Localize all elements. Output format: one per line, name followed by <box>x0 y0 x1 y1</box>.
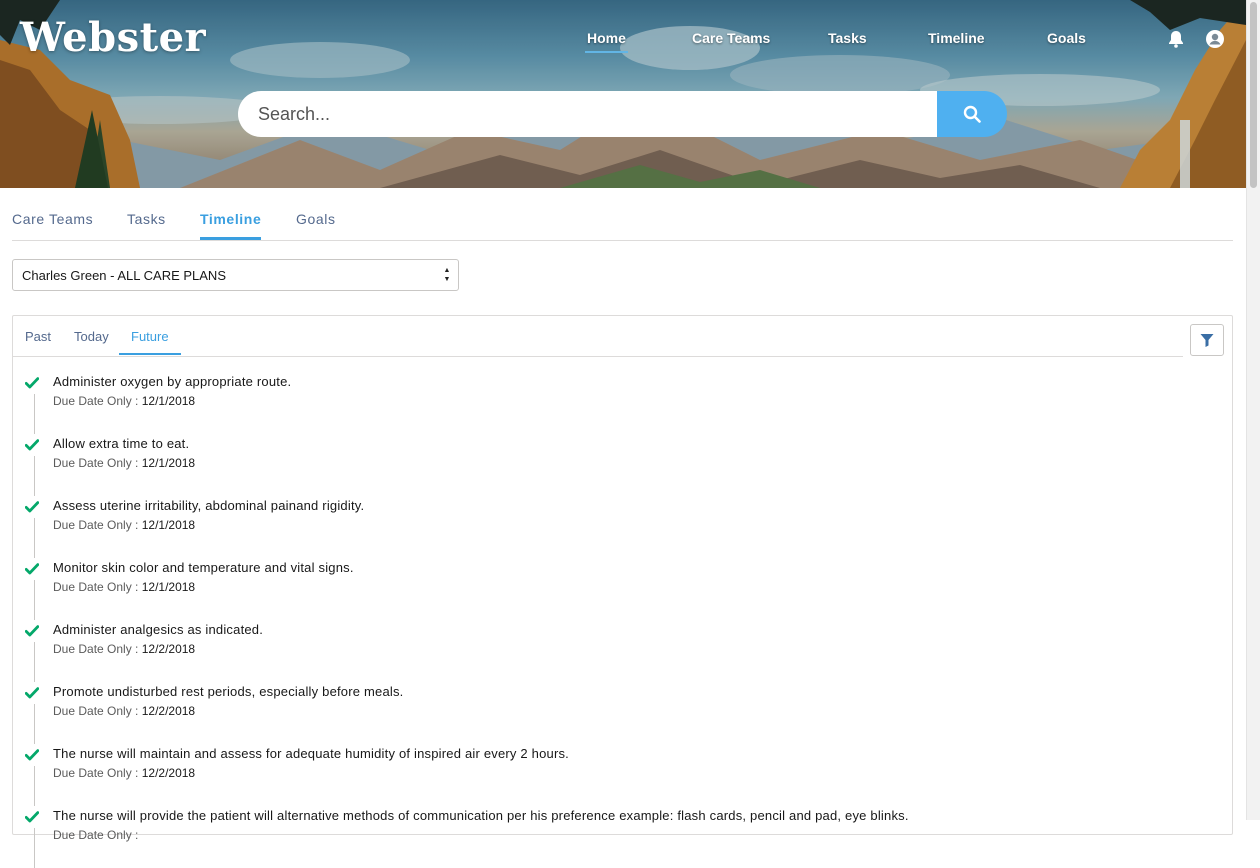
timeline-item-meta: Due Date Only : 12/1/2018 <box>53 394 195 408</box>
search-icon <box>963 105 981 123</box>
timeline-item-meta: Due Date Only : 12/1/2018 <box>53 518 195 532</box>
timeline-item-meta: Due Date Only : <box>53 828 138 842</box>
timeline-item-meta: Due Date Only : 12/1/2018 <box>53 456 195 470</box>
bell-icon[interactable] <box>1166 29 1186 49</box>
due-date-label: Due Date Only : <box>53 580 139 594</box>
check-icon <box>25 377 39 389</box>
timeline-item[interactable]: Monitor skin color and temperature and v… <box>13 558 1213 620</box>
due-date-value: 12/2/2018 <box>141 642 196 656</box>
timeline-connector <box>34 704 35 744</box>
timeline-item[interactable]: Administer analgesics as indicated. Due … <box>13 620 1213 682</box>
due-date-value: 12/1/2018 <box>141 456 196 470</box>
timeline-item-meta: Due Date Only : 12/2/2018 <box>53 766 195 780</box>
due-date-label: Due Date Only : <box>53 394 139 408</box>
nav-goals[interactable]: Goals <box>1047 30 1086 46</box>
timeline-item-title: Monitor skin color and temperature and v… <box>53 560 354 575</box>
due-date-value: 12/1/2018 <box>141 394 196 408</box>
check-icon <box>25 625 39 637</box>
check-icon <box>25 687 39 699</box>
timeline-item[interactable]: Promote undisturbed rest periods, especi… <box>13 682 1213 744</box>
timeline-connector <box>34 642 35 682</box>
search-input[interactable] <box>238 91 937 137</box>
timeline-connector <box>34 518 35 558</box>
due-date-value: 12/2/2018 <box>141 766 196 780</box>
timeline-item[interactable]: The nurse will maintain and assess for a… <box>13 744 1213 806</box>
due-date-value: 12/1/2018 <box>141 580 196 594</box>
timeline-card: Past Today Future Administer oxygen by a… <box>12 315 1233 868</box>
scrollbar-thumb[interactable] <box>1250 2 1257 188</box>
due-date-label: Due Date Only : <box>53 828 139 842</box>
main-tabs: Care Teams Tasks Timeline Goals <box>12 204 1233 241</box>
due-date-value: 12/2/2018 <box>141 704 196 718</box>
tab-care-teams[interactable]: Care Teams <box>12 211 93 227</box>
timeline-item[interactable]: The nurse will provide the patient will … <box>13 806 1213 868</box>
nav-tasks[interactable]: Tasks <box>828 30 867 46</box>
due-date-label: Due Date Only : <box>53 642 139 656</box>
timeline-item[interactable]: Allow extra time to eat. Due Date Only :… <box>13 434 1213 496</box>
user-avatar-icon[interactable] <box>1205 29 1225 49</box>
timeline-item-title: Allow extra time to eat. <box>53 436 190 451</box>
timeline-item-title: Administer oxygen by appropriate route. <box>53 374 292 389</box>
timeline-connector <box>34 456 35 496</box>
due-date-label: Due Date Only : <box>53 766 139 780</box>
nav-timeline[interactable]: Timeline <box>928 30 985 46</box>
timeline-connector <box>34 394 35 434</box>
check-icon <box>25 439 39 451</box>
check-icon <box>25 563 39 575</box>
care-plan-select-value: Charles Green - ALL CARE PLANS <box>22 268 226 283</box>
timeline-item-meta: Due Date Only : 12/1/2018 <box>53 580 195 594</box>
timeline-item-meta: Due Date Only : 12/2/2018 <box>53 642 195 656</box>
due-date-label: Due Date Only : <box>53 456 139 470</box>
timeline-item[interactable]: Assess uterine irritability, abdominal p… <box>13 496 1213 558</box>
search-button[interactable] <box>937 91 1007 137</box>
timeline-item-title: The nurse will maintain and assess for a… <box>53 746 569 761</box>
due-date-value: 12/1/2018 <box>141 518 196 532</box>
tab-past[interactable]: Past <box>25 329 51 344</box>
nav-home[interactable]: Home <box>585 30 628 53</box>
tab-future[interactable]: Future <box>119 329 181 355</box>
timeline-item-title: Administer analgesics as indicated. <box>53 622 264 637</box>
page-scrollbar[interactable] <box>1246 0 1260 820</box>
tab-goals[interactable]: Goals <box>296 211 336 227</box>
check-icon <box>25 811 39 823</box>
search-bar <box>238 91 1007 137</box>
timeline-item-title: Promote undisturbed rest periods, especi… <box>53 684 404 699</box>
brand-logo[interactable]: Webster <box>20 14 206 61</box>
timeline-connector <box>34 766 35 806</box>
filter-button[interactable] <box>1190 324 1224 356</box>
timeline-item-meta: Due Date Only : 12/2/2018 <box>53 704 195 718</box>
timeline-item[interactable]: Administer oxygen by appropriate route. … <box>13 372 1213 434</box>
tab-tasks[interactable]: Tasks <box>127 211 166 227</box>
tab-today[interactable]: Today <box>74 329 109 344</box>
care-plan-select[interactable]: Charles Green - ALL CARE PLANS ▲ ▼ <box>12 259 459 291</box>
due-date-label: Due Date Only : <box>53 704 139 718</box>
nav-care-teams[interactable]: Care Teams <box>692 30 770 46</box>
check-icon <box>25 749 39 761</box>
hero-header: Webster Home Care Teams Tasks Timeline G… <box>0 0 1246 188</box>
timeline-item-title: Assess uterine irritability, abdominal p… <box>53 498 365 513</box>
timeline-item-title: The nurse will provide the patient will … <box>53 808 909 823</box>
due-date-label: Due Date Only : <box>53 518 139 532</box>
check-icon <box>25 501 39 513</box>
timeline-connector <box>34 580 35 620</box>
timeline-connector <box>34 828 35 868</box>
tab-timeline[interactable]: Timeline <box>200 211 262 240</box>
timeline-list: Administer oxygen by appropriate route. … <box>13 372 1213 868</box>
filter-icon <box>1200 334 1214 347</box>
timeline-sub-tabs: Past Today Future <box>13 316 1183 357</box>
select-arrows-icon: ▲ ▼ <box>443 267 451 283</box>
